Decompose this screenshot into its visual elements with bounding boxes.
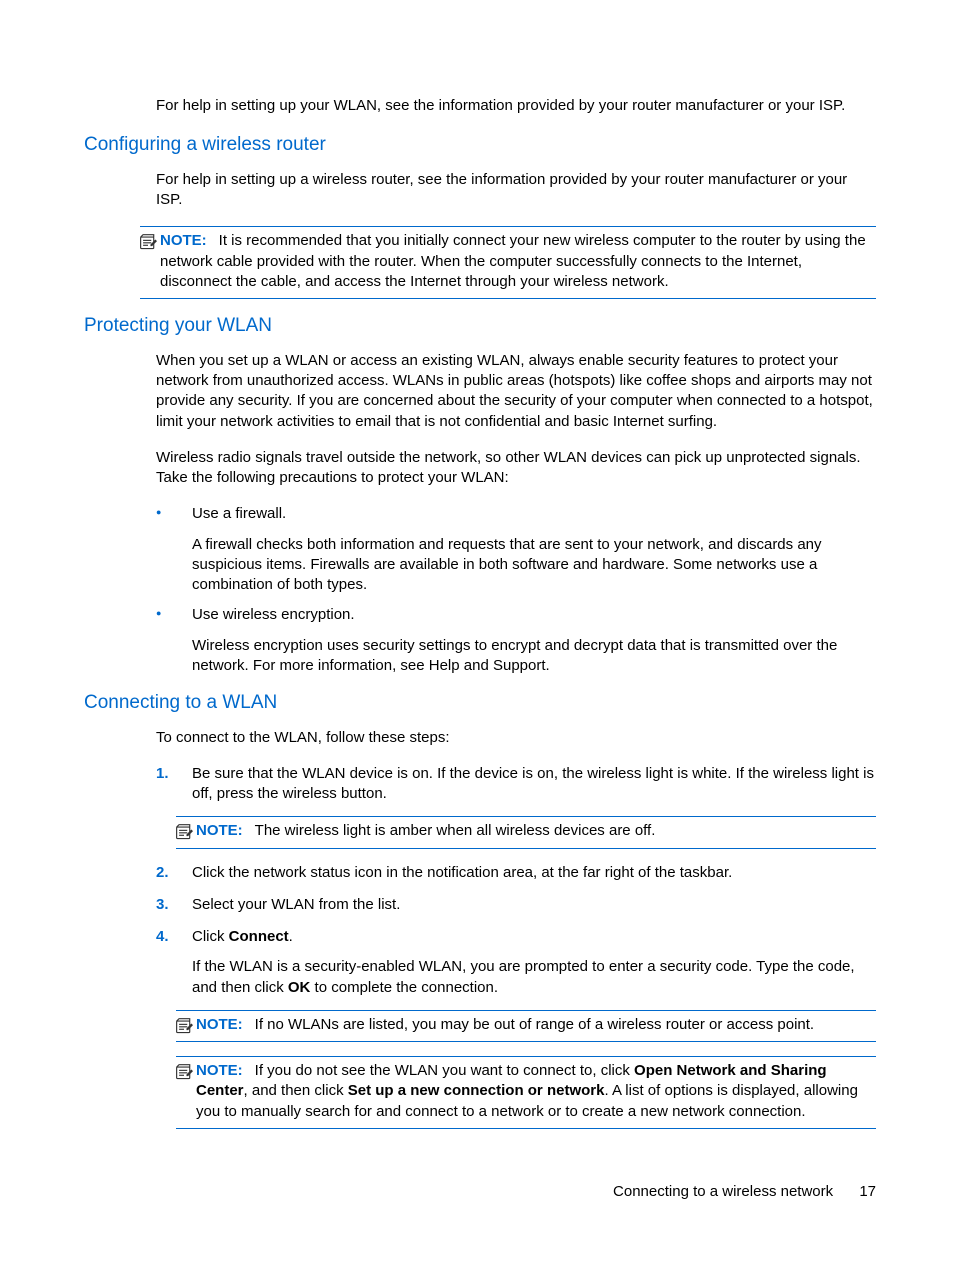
note-label: NOTE: (196, 1016, 243, 1033)
note-label: NOTE: (196, 1062, 243, 1079)
bullet-head: Use wireless encryption. (192, 606, 355, 623)
bullet-encryption: Use wireless encryption. Wireless encryp… (156, 605, 876, 676)
step-text: Click the network status icon in the not… (192, 864, 732, 881)
step-4: Click Connect. If the WLAN is a security… (156, 927, 876, 998)
note-open-network-center: NOTE: If you do not see the WLAN you want… (176, 1056, 876, 1129)
heading-configuring-router: Configuring a wireless router (84, 132, 876, 158)
note-label: NOTE: (160, 232, 207, 249)
configuring-paragraph: For help in setting up a wireless router… (156, 170, 876, 211)
note-icon (138, 233, 158, 251)
note-text: If no WLANs are listed, you may be out o… (255, 1016, 814, 1033)
step-text-c: . (289, 928, 293, 945)
footer-section: Connecting to a wireless network (613, 1183, 833, 1200)
note-icon (174, 1017, 194, 1035)
t: to complete the connection. (310, 979, 498, 996)
step-text: Be sure that the WLAN device is on. If t… (192, 765, 874, 802)
note-configuring: NOTE:It is recommended that you initiall… (140, 226, 876, 299)
step-text-connect: Connect (229, 928, 289, 945)
note-label: NOTE: (196, 822, 243, 839)
bullet-firewall: Use a firewall. A firewall checks both i… (156, 504, 876, 595)
bullet-body: A firewall checks both information and r… (192, 535, 876, 596)
note-icon (174, 823, 194, 841)
note-wireless-light: NOTE: The wireless light is amber when al… (176, 816, 876, 848)
t: If you do not see the WLAN you want to c… (255, 1062, 634, 1079)
step-4-body: If the WLAN is a security-enabled WLAN, … (192, 957, 876, 998)
t-ok: OK (288, 979, 311, 996)
step-text: Select your WLAN from the list. (192, 896, 400, 913)
step-text-a: Click (192, 928, 229, 945)
step-1: Be sure that the WLAN device is on. If t… (156, 764, 876, 805)
t: , and then click (244, 1082, 348, 1099)
protecting-p1: When you set up a WLAN or access an exis… (156, 351, 876, 432)
footer-page-number: 17 (859, 1183, 876, 1200)
protecting-p2: Wireless radio signals travel outside th… (156, 448, 876, 489)
note-text: The wireless light is amber when all wir… (255, 822, 656, 839)
intro-paragraph: For help in setting up your WLAN, see th… (156, 96, 876, 116)
t-bold: Set up a new connection or network (348, 1082, 605, 1099)
heading-connecting-wlan: Connecting to a WLAN (84, 690, 876, 716)
note-no-wlans: NOTE: If no WLANs are listed, you may be … (176, 1010, 876, 1042)
page-footer: Connecting to a wireless network 17 (613, 1182, 876, 1202)
note-text: It is recommended that you initially con… (160, 232, 866, 290)
bullet-body: Wireless encryption uses security settin… (192, 636, 876, 677)
note-icon (174, 1063, 194, 1081)
step-3: Select your WLAN from the list. (156, 895, 876, 915)
connecting-intro: To connect to the WLAN, follow these ste… (156, 728, 876, 748)
bullet-head: Use a firewall. (192, 505, 286, 522)
step-2: Click the network status icon in the not… (156, 863, 876, 883)
heading-protecting-wlan: Protecting your WLAN (84, 313, 876, 339)
